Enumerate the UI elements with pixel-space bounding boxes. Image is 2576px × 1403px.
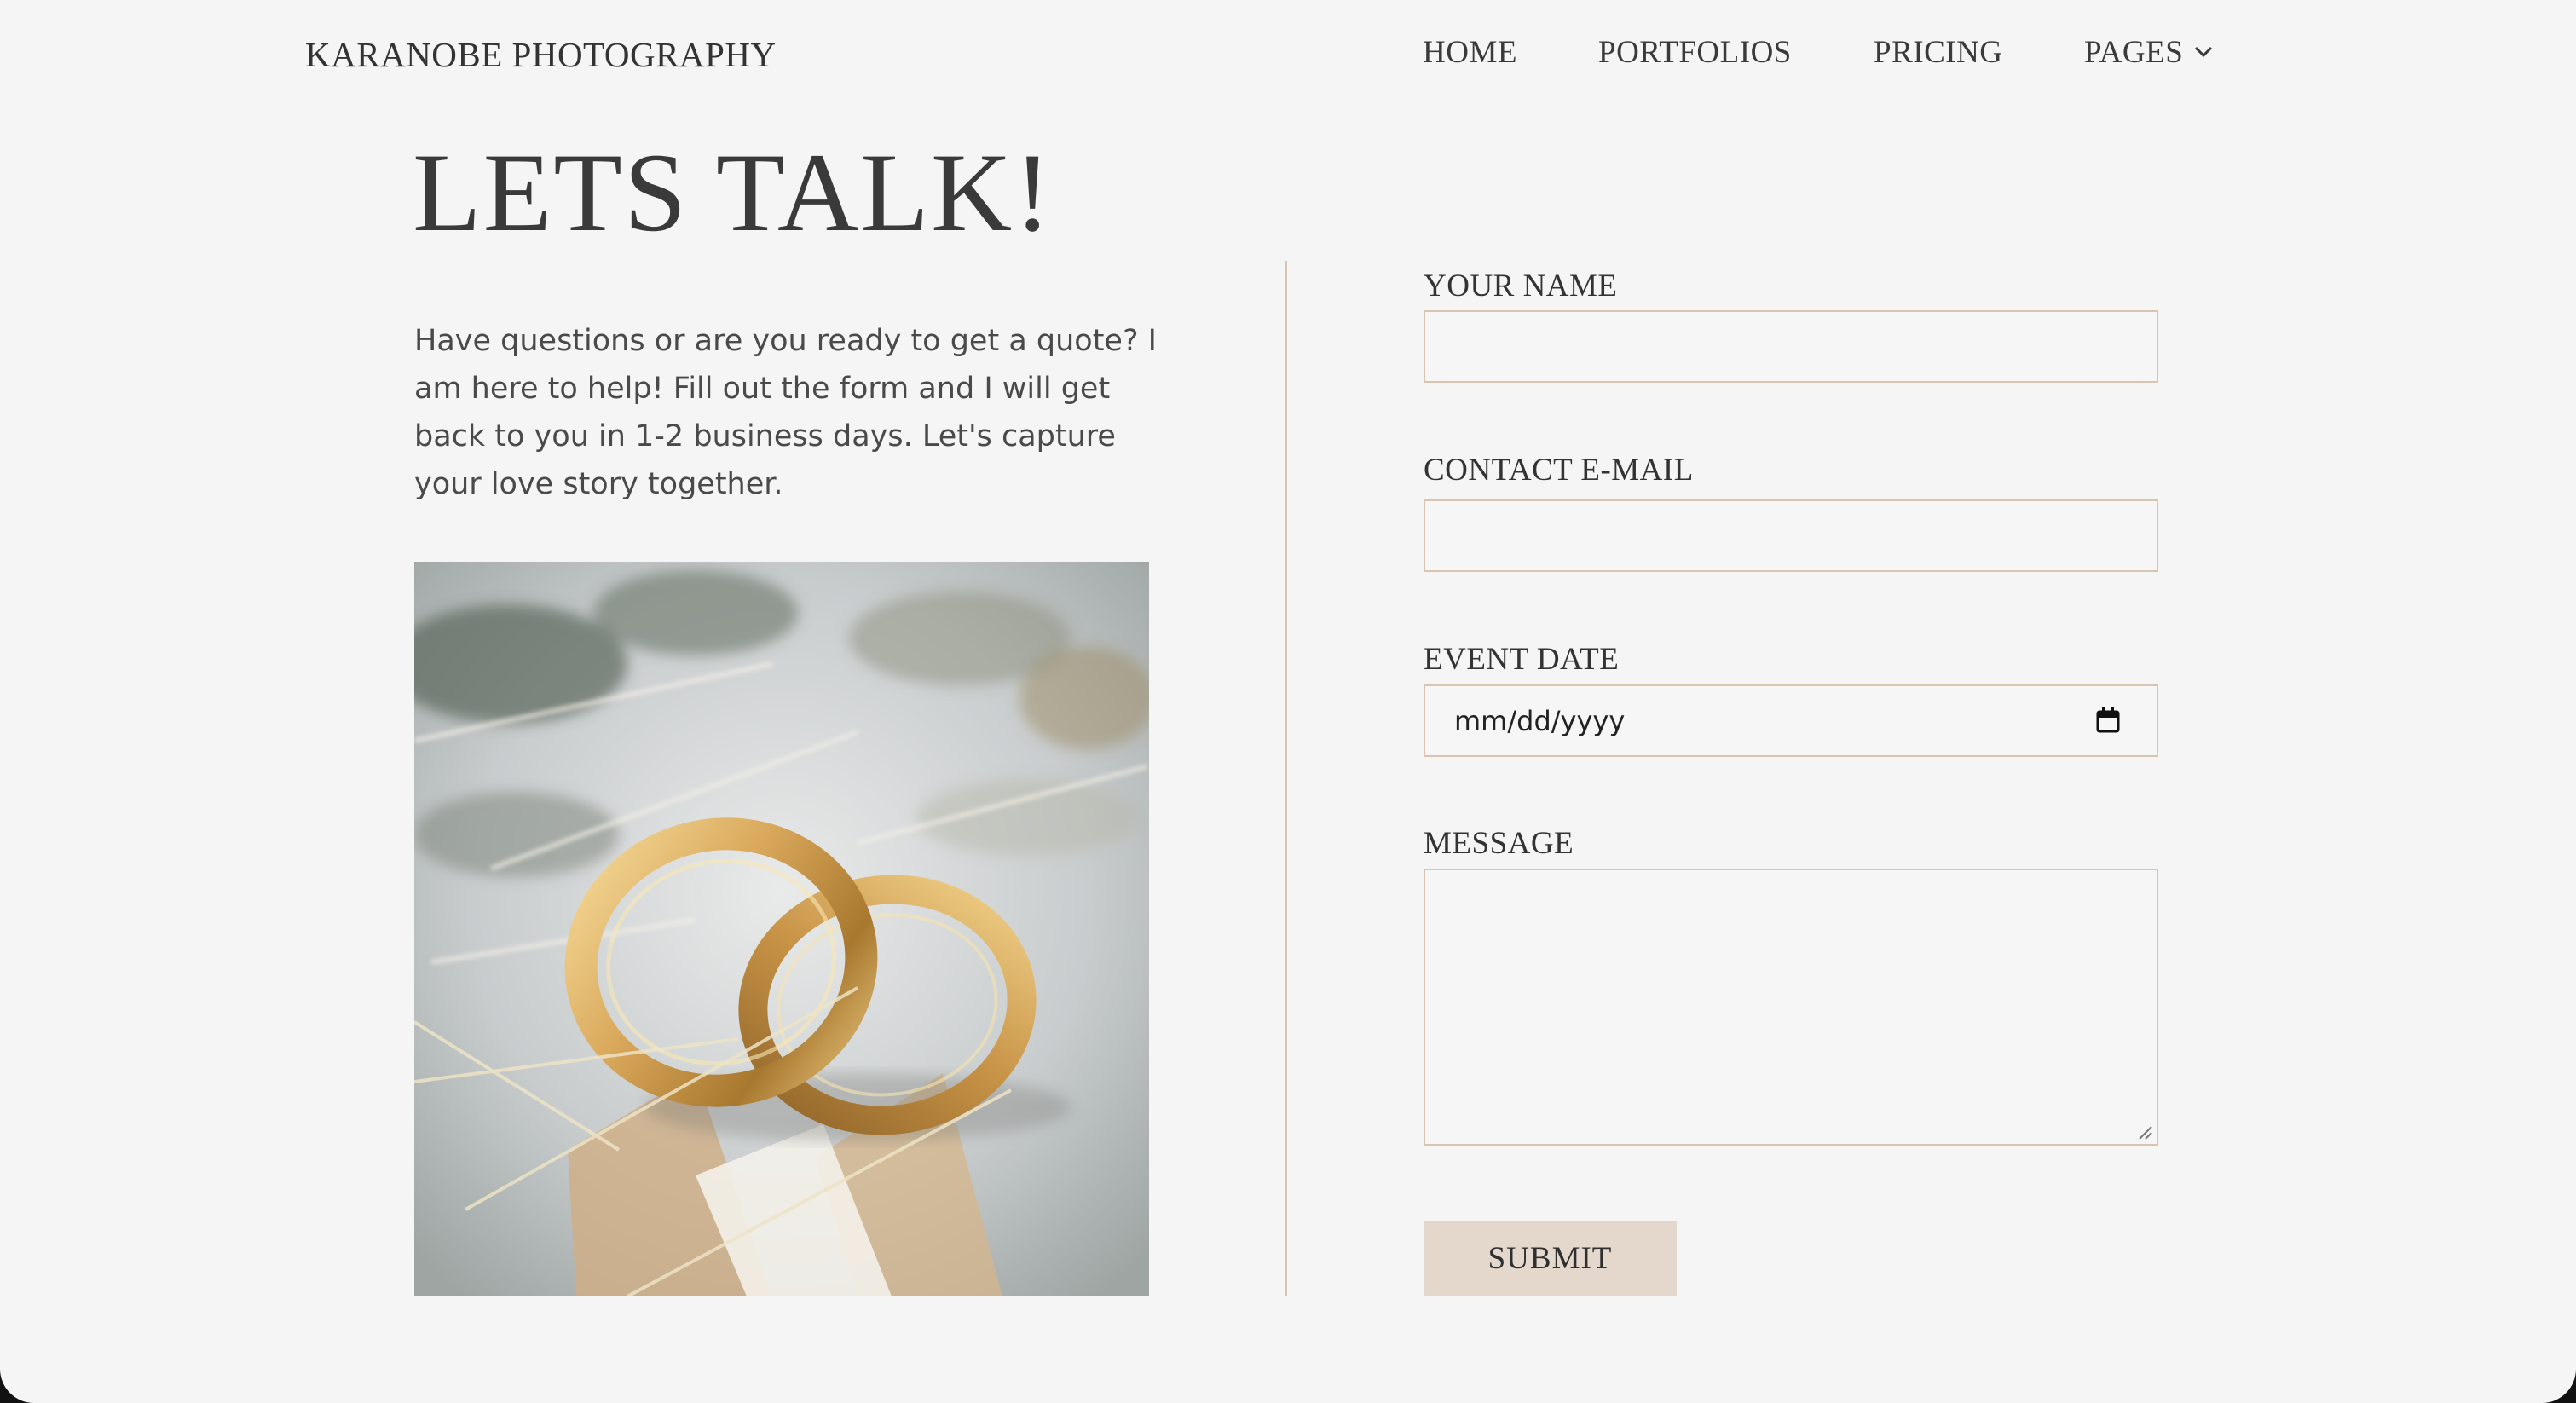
nav-pages[interactable]: PAGES [2084, 34, 2183, 71]
column-divider [1285, 261, 1287, 1296]
message-textarea[interactable] [1424, 869, 2158, 1146]
brand-logo[interactable]: KARANOBE PHOTOGRAPHY [305, 34, 777, 75]
calendar-icon[interactable] [2095, 707, 2121, 734]
message-label: MESSAGE [1424, 826, 1574, 861]
email-label: CONTACT E-MAIL [1424, 453, 1694, 488]
name-label: YOUR NAME [1424, 268, 1618, 303]
name-input[interactable] [1424, 310, 2158, 383]
event-date-input[interactable]: mm/dd/yyyy [1424, 684, 2158, 757]
nav-portfolios[interactable]: PORTFOLIOS [1598, 34, 1792, 71]
intro-text: Have questions or are you ready to get a… [414, 324, 1157, 501]
nav-pricing[interactable]: PRICING [1874, 34, 2003, 71]
chevron-down-icon[interactable] [2193, 44, 2214, 60]
nav-home[interactable]: HOME [1423, 34, 1517, 71]
email-input[interactable] [1424, 499, 2158, 572]
resize-handle-icon[interactable] [2136, 1123, 2153, 1140]
date-placeholder: mm/dd/yyyy [1454, 705, 1626, 737]
page-window: KARANOBE PHOTOGRAPHY HOME PORTFOLIOS PRI… [0, 0, 2576, 1403]
page-title: LETS TALK! [413, 130, 1054, 255]
wedding-rings-photo [414, 562, 1149, 1296]
submit-button[interactable]: SUBMIT [1424, 1221, 1677, 1296]
event-date-label: EVENT DATE [1424, 642, 1620, 677]
